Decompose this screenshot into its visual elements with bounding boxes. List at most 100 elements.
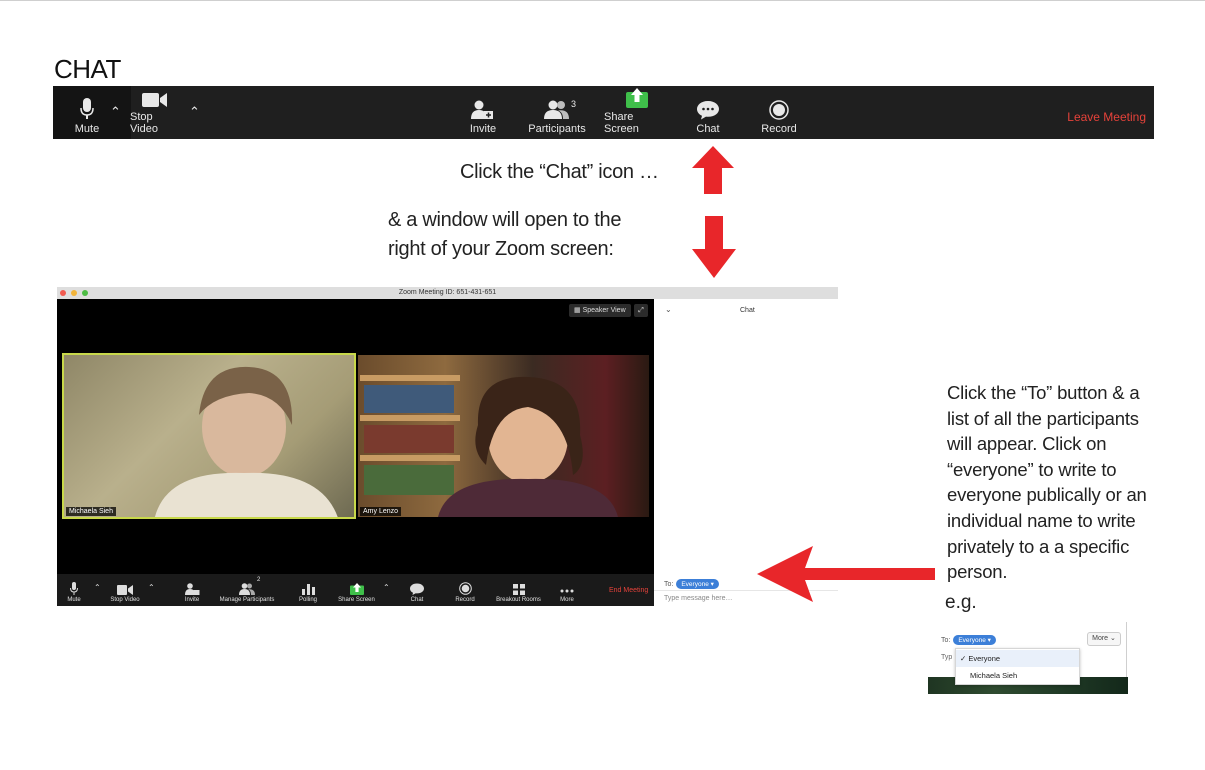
note-line: list of all the participants	[947, 407, 1139, 429]
microphone-icon	[80, 98, 94, 119]
fullscreen-icon[interactable]: ⤢	[634, 304, 648, 317]
note-line: Click the “To” button & a	[947, 382, 1140, 403]
note-line: individual name to write	[947, 509, 1136, 531]
close-dot[interactable]	[60, 290, 66, 296]
manage-participants-button[interactable]: Manage Participants	[212, 574, 282, 606]
participants-icon	[239, 583, 255, 595]
note-line: person.	[947, 561, 1008, 583]
caption-window-line1: & a window will open to the	[388, 209, 622, 231]
example-recipient-dropdown: To: Everyone ▾ More ⌄ Typ ✓ Everyone Mich…	[928, 622, 1128, 694]
chat-label: Chat	[696, 123, 720, 135]
section-title: CHAT	[54, 54, 121, 84]
mute-label: Mute	[74, 123, 100, 135]
manage-participants-label: Manage Participants	[219, 597, 275, 603]
speaker-view-button[interactable]: ▦ Speaker View	[569, 304, 631, 317]
more-label: More	[560, 597, 574, 603]
chevron-up-icon[interactable]: ⌃	[94, 583, 101, 592]
recipient-option-everyone[interactable]: ✓ Everyone	[956, 650, 1079, 667]
meeting-invite-button[interactable]: Invite	[177, 574, 207, 606]
chat-to-row: To: Everyone ▾	[664, 579, 719, 589]
more-button[interactable]: More	[554, 574, 580, 606]
meeting-mute-label: Mute	[67, 597, 81, 603]
polling-label: Polling	[298, 597, 317, 603]
share-screen-label: Share Screen	[604, 111, 639, 135]
to-button-instructions: Click the “To” button & a list of all th…	[947, 380, 1177, 585]
meeting-toolbar: Mute ⌃ Stop Video ⌃ Invite Manage Partic…	[57, 574, 654, 606]
recipient-menu: ✓ Everyone Michaela Sieh	[955, 648, 1080, 685]
breakout-rooms-grid-icon	[512, 584, 525, 595]
meeting-record-label: Record	[455, 597, 475, 603]
invite-person-icon	[471, 100, 493, 119]
zoom-dot[interactable]	[82, 290, 88, 296]
video-camera-icon	[142, 93, 167, 107]
example-input-partial: Typ	[941, 654, 953, 661]
example-to-button[interactable]: Everyone ▾	[953, 635, 996, 645]
record-button[interactable]: Record	[754, 86, 804, 139]
participants-button[interactable]: Participants	[527, 86, 587, 139]
chat-bubble-icon	[410, 583, 424, 595]
meeting-chat-label: Chat	[410, 597, 424, 603]
video-camera-icon	[117, 585, 133, 595]
example-to-label: To:	[941, 637, 951, 644]
speaker-view-label: Speaker View	[582, 307, 626, 314]
meeting-invite-label: Invite	[184, 597, 200, 603]
mute-button[interactable]: Mute	[62, 86, 112, 139]
chat-to-button[interactable]: Everyone ▾	[676, 579, 719, 589]
top-rule	[0, 0, 1205, 1]
example-label: e.g.	[945, 592, 977, 613]
participants-icon	[544, 100, 569, 119]
chevron-up-icon[interactable]: ⌃	[148, 583, 155, 592]
participants-label: Participants	[528, 123, 586, 135]
polling-bar-chart-icon	[301, 584, 315, 595]
chat-button[interactable]: Chat	[683, 86, 733, 139]
breakout-rooms-label: Breakout Rooms	[496, 597, 541, 603]
video-tile-participant2[interactable]: Amy Lenzo	[358, 355, 649, 517]
meeting-chat-button[interactable]: Chat	[403, 574, 431, 606]
video-tile-participant1[interactable]: Michaela Sieh	[62, 353, 356, 519]
invite-person-icon	[184, 583, 199, 595]
meeting-mute-button[interactable]: Mute	[61, 574, 87, 606]
meeting-stop-video-button[interactable]: Stop Video	[105, 574, 145, 606]
share-screen-icon	[626, 88, 648, 108]
leave-meeting-button[interactable]: Leave Meeting	[1067, 110, 1146, 124]
note-line: will appear. Click on	[947, 433, 1107, 455]
meeting-title: Zoom Meeting ID: 651-431-651	[398, 289, 497, 296]
note-line: “everyone” to write to	[947, 458, 1117, 480]
breakout-rooms-button[interactable]: Breakout Rooms	[491, 574, 546, 606]
caption-window-line2: right of your Zoom screen:	[388, 238, 614, 260]
chevron-up-icon[interactable]: ⌃	[110, 104, 121, 120]
meeting-share-screen-label: Share Screen	[338, 597, 375, 603]
stop-video-button[interactable]: Stop Video	[130, 86, 180, 139]
zoom-toolbar: Mute ⌃ Stop Video ⌃ Invite Participants …	[53, 86, 1154, 139]
note-line: everyone publically or an	[947, 484, 1147, 506]
meeting-record-button[interactable]: Record	[451, 574, 479, 606]
example-panel-edge	[1126, 622, 1127, 678]
chevron-up-icon[interactable]: ⌃	[189, 104, 200, 120]
invite-button[interactable]: Invite	[457, 86, 509, 139]
caption-click-chat: Click the “Chat” icon …	[460, 161, 659, 183]
example-to-row: To: Everyone ▾	[941, 635, 996, 645]
chat-to-label: To:	[664, 581, 674, 588]
meeting-share-screen-button[interactable]: Share Screen	[334, 574, 379, 606]
chevron-down-icon[interactable]: ⌄	[665, 305, 672, 314]
stop-video-label: Stop Video	[130, 111, 158, 135]
chevron-up-icon[interactable]: ⌃	[383, 583, 390, 592]
polling-button[interactable]: Polling	[294, 574, 322, 606]
meeting-window: Zoom Meeting ID: 651-431-651 ▦ Speaker V…	[57, 287, 838, 606]
meeting-stop-video-label: Stop Video	[110, 597, 140, 603]
chat-bubble-icon	[697, 101, 719, 120]
arrow-up-icon	[692, 146, 734, 194]
chat-panel-title: Chat	[740, 307, 755, 314]
recipient-option-michaela[interactable]: Michaela Sieh	[956, 667, 1079, 684]
minimize-dot[interactable]	[71, 290, 77, 296]
record-label: Record	[761, 123, 797, 135]
end-meeting-button[interactable]: End Meeting	[609, 587, 648, 594]
chat-message-input[interactable]: Type message here…	[664, 595, 732, 602]
meeting-participants-count: 2	[257, 577, 261, 583]
share-screen-button[interactable]: Share Screen	[604, 86, 670, 139]
more-dots-icon	[560, 589, 574, 593]
example-more-button[interactable]: More ⌄	[1087, 632, 1121, 646]
participant2-name: Amy Lenzo	[360, 507, 402, 516]
share-screen-icon	[349, 583, 364, 595]
record-icon	[458, 582, 472, 595]
